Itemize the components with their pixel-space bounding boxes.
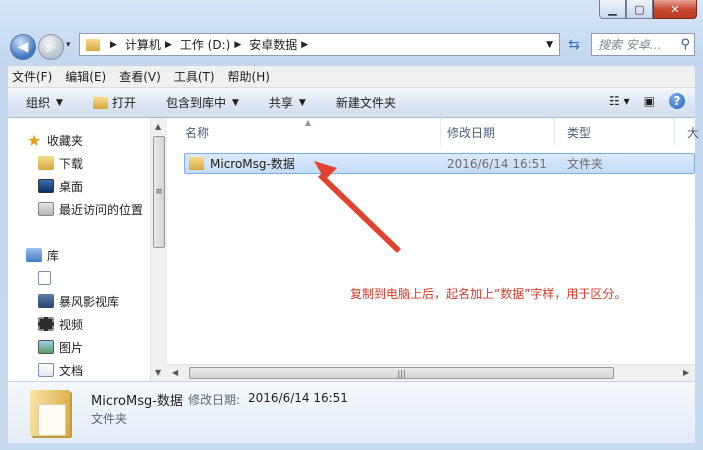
nav-label: 桌面: [59, 179, 84, 194]
nav-desktop[interactable]: 桌面: [38, 176, 83, 196]
nav-label: 库: [47, 248, 60, 263]
details-date: 2016/6/14 16:51: [248, 391, 348, 405]
include-in-library-button[interactable]: 包含到库中 ▼: [166, 94, 239, 111]
annotation-text: 复制到电脑上后，起名加上“数据”字样，用于区分。: [350, 287, 627, 301]
nav-recent[interactable]: 最近访问的位置: [38, 199, 143, 219]
close-button[interactable]: ✕: [653, 0, 697, 19]
nav-label: 下载: [59, 156, 84, 171]
scroll-up-icon[interactable]: ▲: [155, 122, 161, 131]
menu-tools[interactable]: 工具(T): [174, 68, 215, 85]
documents-icon: [38, 363, 54, 377]
breadcrumb-root-arrow[interactable]: ▶: [106, 40, 125, 50]
details-type: 文件夹: [91, 412, 128, 426]
open-folder-icon: [92, 96, 108, 109]
star-icon: ★: [26, 130, 42, 150]
chevron-down-icon: ▼: [231, 97, 239, 108]
include-label: 包含到库中: [165, 96, 226, 110]
nav-label: 最近访问的位置: [59, 202, 144, 217]
library-icon: [26, 248, 42, 262]
view-controls: ☷ ▾ ▣ ?: [595, 93, 685, 109]
film-icon: [38, 317, 54, 331]
video-library-icon: [38, 294, 54, 308]
pictures-icon: [38, 340, 54, 354]
menu-bar: 文件(F) 编辑(E) 查看(V) 工具(T) 帮助(H): [8, 66, 695, 88]
open-button[interactable]: 打开: [92, 94, 136, 111]
chevron-right-icon[interactable]: ▶: [165, 40, 172, 50]
scrollbar-thumb[interactable]: ≡: [153, 136, 165, 248]
minimize-button[interactable]: ▁: [599, 0, 626, 19]
file-list-hscrollbar[interactable]: ◀ ||| ▶: [167, 364, 695, 381]
chevron-right-icon[interactable]: ▶: [234, 40, 241, 50]
refresh-button[interactable]: ⇆: [563, 33, 585, 56]
breadcrumb-label: 计算机: [124, 38, 161, 52]
nav-label: 收藏夹: [47, 133, 84, 148]
view-options-icon[interactable]: ☷ ▾: [609, 94, 630, 108]
share-label: 共享: [268, 96, 293, 110]
menu-help[interactable]: 帮助(H): [228, 68, 270, 85]
new-folder-label: 新建文件夹: [335, 96, 396, 110]
scroll-right-icon[interactable]: ▶: [683, 368, 689, 377]
search-input[interactable]: 搜索 安卓... ⚲: [591, 33, 695, 56]
share-button[interactable]: 共享 ▼: [269, 94, 306, 111]
nav-storm-video[interactable]: 暴风影视库: [38, 291, 119, 311]
folder-icon: [30, 390, 70, 436]
window-controls: ▁ ▢ ✕: [599, 0, 697, 20]
back-button[interactable]: ◀: [10, 34, 36, 60]
nav-label: 暴风影视库: [59, 294, 120, 309]
explorer-window: ▁ ▢ ✕ ◀ ▶ ▾ ▶ 计算机 ▶ 工作 (D:) ▶ 安卓数据 ▶ ▼ ⇆ 搜索…: [0, 0, 703, 450]
scroll-down-icon[interactable]: ▼: [155, 368, 161, 377]
file-list: 名称 ▲ 修改日期 类型 大 MicroMsg-数据 2016/6/14 16:…: [167, 118, 699, 381]
nav-library-item[interactable]: [38, 268, 56, 288]
chevron-right-icon[interactable]: ▶: [301, 40, 308, 50]
chevron-down-icon: ▼: [298, 97, 306, 108]
breadcrumb-folder[interactable]: 安卓数据 ▶: [249, 36, 316, 53]
menu-edit[interactable]: 编辑(E): [65, 68, 106, 85]
chevron-down-icon: ▼: [56, 97, 63, 108]
nav-favorites[interactable]: ★ 收藏夹: [26, 130, 83, 150]
menu-file[interactable]: 文件(F): [12, 68, 52, 85]
nav-pictures[interactable]: 图片: [38, 337, 83, 357]
recent-places-icon: [38, 202, 54, 216]
nav-label: 视频: [59, 317, 84, 332]
navigation-pane: ★ 收藏夹 下载 桌面 最近访问的位置 库 暴风影视库 视频 图片 文档: [8, 118, 165, 381]
nav-label: 图片: [59, 340, 84, 355]
details-name: MicroMsg-数据: [91, 394, 183, 409]
downloads-folder-icon: [38, 156, 54, 170]
nav-libraries[interactable]: 库: [26, 245, 59, 265]
details-date-label: 修改日期:: [188, 393, 241, 407]
document-library-icon: [38, 271, 51, 285]
search-icon[interactable]: ⚲: [680, 37, 690, 52]
search-placeholder: 搜索 安卓...: [598, 38, 662, 52]
annotation-arrow: [314, 161, 401, 253]
nav-label: 文档: [59, 363, 84, 378]
scroll-left-icon[interactable]: ◀: [172, 368, 178, 377]
address-row: ◀ ▶ ▾ ▶ 计算机 ▶ 工作 (D:) ▶ 安卓数据 ▶ ▼ ⇆ 搜索 安卓...…: [0, 26, 703, 66]
folder-icon: [86, 38, 100, 51]
breadcrumb-drive[interactable]: 工作 (D:) ▶: [180, 36, 249, 53]
organize-button[interactable]: 组织 ▼: [26, 94, 63, 111]
help-icon[interactable]: ?: [669, 93, 685, 109]
breadcrumb-computer[interactable]: 计算机 ▶: [125, 36, 180, 53]
desktop-icon: [38, 179, 54, 193]
nav-documents[interactable]: 文档: [38, 360, 83, 380]
breadcrumb-label: 安卓数据: [249, 38, 298, 52]
nav-downloads[interactable]: 下载: [38, 153, 83, 173]
nav-videos[interactable]: 视频: [38, 314, 83, 334]
organize-label: 组织: [26, 96, 51, 110]
maximize-button[interactable]: ▢: [626, 0, 653, 19]
menu-view[interactable]: 查看(V): [119, 68, 161, 85]
address-history-dropdown[interactable]: ▼: [546, 40, 553, 50]
address-bar[interactable]: ▶ 计算机 ▶ 工作 (D:) ▶ 安卓数据 ▶ ▼: [79, 33, 560, 56]
breadcrumb-label: 工作 (D:): [179, 38, 231, 52]
open-label: 打开: [111, 96, 136, 110]
recent-pages-dropdown[interactable]: ▾: [66, 40, 71, 50]
navigation-scrollbar[interactable]: ▲ ≡ ▼: [150, 118, 167, 381]
command-bar: 组织 ▼ 打开 包含到库中 ▼ 共享 ▼ 新建文件夹 ☷ ▾ ▣ ?: [8, 88, 695, 118]
preview-pane-icon[interactable]: ▣: [644, 94, 655, 108]
forward-button[interactable]: ▶: [38, 34, 64, 60]
scrollbar-thumb[interactable]: |||: [189, 367, 614, 379]
new-folder-button[interactable]: 新建文件夹: [336, 94, 396, 111]
details-pane: MicroMsg-数据 修改日期: 2016/6/14 16:51 文件夹: [8, 381, 695, 443]
